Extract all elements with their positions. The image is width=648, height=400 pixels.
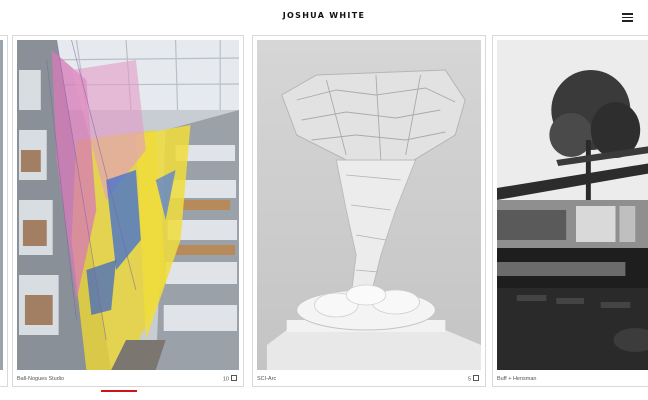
carousel-active-indicator — [101, 390, 137, 392]
project-card[interactable]: Ball-Nogues Studio 10 — [12, 35, 244, 387]
atrium-installation-photo — [17, 40, 239, 370]
gallery-icon — [231, 374, 237, 381]
previous-project-card[interactable] — [0, 35, 8, 387]
hamburger-menu-icon[interactable] — [622, 12, 634, 22]
project-caption[interactable]: Ball-Nogues Studio — [17, 376, 64, 382]
project-carousel[interactable]: Ball-Nogues Studio 10 SCI-Arc 5 Buff + H… — [0, 35, 648, 400]
site-title[interactable]: JOSHUA WHITE — [0, 11, 648, 20]
gallery-icon — [473, 374, 479, 381]
site-header: JOSHUA WHITE — [0, 0, 648, 34]
previous-project-photo — [0, 40, 3, 370]
image-count: 5 — [468, 374, 479, 382]
project-card[interactable]: SCI-Arc 5 — [252, 35, 486, 387]
tornado-sculpture-photo — [257, 40, 481, 370]
image-count: 10 — [223, 374, 237, 382]
project-caption[interactable]: Buff + Hensman — [497, 376, 537, 382]
project-caption[interactable]: SCI-Arc — [257, 376, 276, 382]
project-card[interactable]: Buff + Hensman — [492, 35, 648, 387]
modern-house-pool-photo — [497, 40, 648, 370]
